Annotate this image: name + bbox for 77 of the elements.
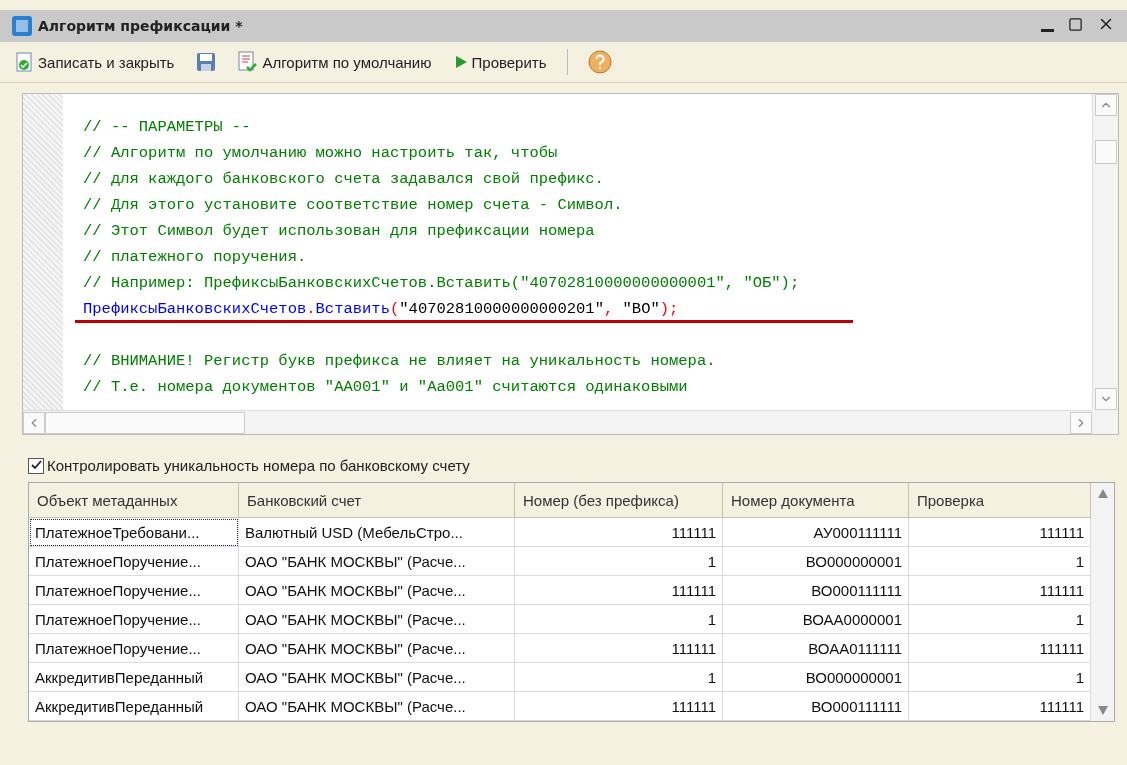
code-line: ПрефиксыБанковскихСчетов.Вставить("40702810000000000201", "ВО"); (83, 299, 680, 320)
table-cell[interactable]: ПлатежноеПоручение... (29, 547, 239, 576)
toolbar-icon-button[interactable] (585, 48, 614, 76)
code-line: // Алгоритм по умолчанию можно настроить так, чтобы (83, 143, 559, 164)
table-cell[interactable]: ВО000111111 (723, 576, 909, 605)
table-cell[interactable]: АУ000111111 (723, 518, 909, 547)
table-cell[interactable]: ОАО "БАНК МОСКВЫ" (Расче... (239, 634, 515, 663)
table-cell[interactable]: 111111 (515, 692, 723, 721)
scroll-down-button[interactable] (1094, 388, 1117, 410)
table-cell[interactable]: 111111 (515, 518, 723, 547)
table-cell[interactable]: 111111 (515, 576, 723, 605)
vertical-scrollbar[interactable] (1092, 94, 1118, 410)
table-cell[interactable]: 111111 (909, 634, 1091, 663)
code-line: // ВНИМАНИЕ! Регистр букв префикса не влияет на уникальность номера. (83, 351, 717, 372)
table-cell[interactable]: 1 (909, 663, 1091, 692)
scroll-thumb[interactable] (1094, 140, 1117, 164)
list-check-icon (238, 51, 259, 73)
table-scrollbar[interactable] (1091, 483, 1114, 721)
column-header[interactable]: Номер (без префикса) (515, 483, 723, 518)
column-header[interactable]: Объект метаданных (29, 483, 239, 518)
table-cell[interactable]: АккредитивПереданный (29, 663, 239, 692)
toolbar-button[interactable]: Алгоритм по умолчанию (236, 49, 434, 75)
table-cell[interactable]: ОАО "БАНК МОСКВЫ" (Расче... (239, 605, 515, 634)
scroll-up-button[interactable] (1094, 94, 1117, 116)
document-check-icon (16, 52, 34, 72)
checkbox[interactable] (28, 457, 44, 474)
horizontal-scrollbar[interactable] (23, 410, 1092, 434)
table-cell[interactable]: ВО000000001 (723, 547, 909, 576)
toolbar-button[interactable]: Записать и закрыть (14, 50, 177, 74)
unique-number-checkbox[interactable]: Контролировать уникальность номера по банковскому счету (28, 457, 1127, 474)
table-cell[interactable]: Валютный USD (МебельСтро... (239, 518, 515, 547)
scroll-down-icon[interactable] (1097, 706, 1108, 715)
code-line: // Для этого установите соответствие номер счета - Символ. (83, 195, 624, 216)
table-cell[interactable]: 1 (515, 605, 723, 634)
code-editor[interactable] (22, 93, 1119, 435)
table-cell[interactable]: ПлатежноеПоручение... (29, 605, 239, 634)
column-header[interactable]: Номер документа (723, 483, 909, 518)
table-cell[interactable]: 111111 (909, 576, 1091, 605)
table-cell[interactable]: ВОАА0000001 (723, 605, 909, 634)
table-cell[interactable]: ОАО "БАНК МОСКВЫ" (Расче... (239, 547, 515, 576)
scroll-right-button[interactable] (1070, 411, 1092, 434)
code-line: // платежного поручения. (83, 247, 308, 268)
table-cell[interactable]: ПлатежноеПоручение... (29, 576, 239, 605)
code-line: // Например: ПрефиксыБанковскихСчетов.Вставить("40702810000000000001", "ОБ"); (83, 273, 801, 294)
help-icon (587, 50, 612, 74)
minimize-icon (1041, 28, 1054, 32)
table-cell[interactable]: 111111 (515, 634, 723, 663)
table-cell[interactable]: ПлатежноеТребовани... (29, 518, 239, 547)
window-title: Алгоритм префиксации * (38, 18, 244, 34)
code-line: // для каждого банковского счета задавался свой префикс. (83, 169, 605, 190)
app-icon (12, 16, 32, 36)
table-cell[interactable]: ОАО "БАНК МОСКВЫ" (Расче... (239, 576, 515, 605)
scrollbar-corner (1092, 410, 1118, 434)
scroll-up-icon[interactable] (1097, 489, 1108, 498)
table-cell[interactable]: 1 (515, 663, 723, 692)
table-cell[interactable]: ВО000000001 (723, 663, 909, 692)
table-cell[interactable]: ОАО "БАНК МОСКВЫ" (Расче... (239, 692, 515, 721)
table-cell[interactable]: 1 (515, 547, 723, 576)
table-cell[interactable]: 1 (909, 605, 1091, 634)
play-icon (453, 55, 468, 69)
toolbar-button[interactable]: Проверить (451, 51, 549, 73)
table-cell[interactable]: ПлатежноеПоручение... (29, 634, 239, 663)
column-header[interactable]: Проверка (909, 483, 1091, 518)
table-cell[interactable]: АккредитивПереданный (29, 692, 239, 721)
code-line: // Этот Символ будет использован для префиксации номера (83, 221, 596, 242)
column-header[interactable]: Банковский счет (239, 483, 515, 518)
scroll-left-button[interactable] (23, 411, 45, 434)
table-cell[interactable]: 111111 (909, 518, 1091, 547)
table-cell[interactable]: ОАО "БАНК МОСКВЫ" (Расче... (239, 663, 515, 692)
table-cell[interactable]: ВО000111111 (723, 692, 909, 721)
maximize-icon (1068, 16, 1083, 32)
scroll-thumb[interactable] (45, 411, 245, 434)
table-cell[interactable]: 1 (909, 547, 1091, 576)
code-line: // Т.е. номера документов "АА001" и "Аа001" считаются одинаковыми (83, 377, 689, 398)
table-cell[interactable]: ВОАА0111111 (723, 634, 909, 663)
table-cell[interactable]: 111111 (909, 692, 1091, 721)
code-line: // -- ПАРАМЕТРЫ -- (83, 117, 252, 138)
